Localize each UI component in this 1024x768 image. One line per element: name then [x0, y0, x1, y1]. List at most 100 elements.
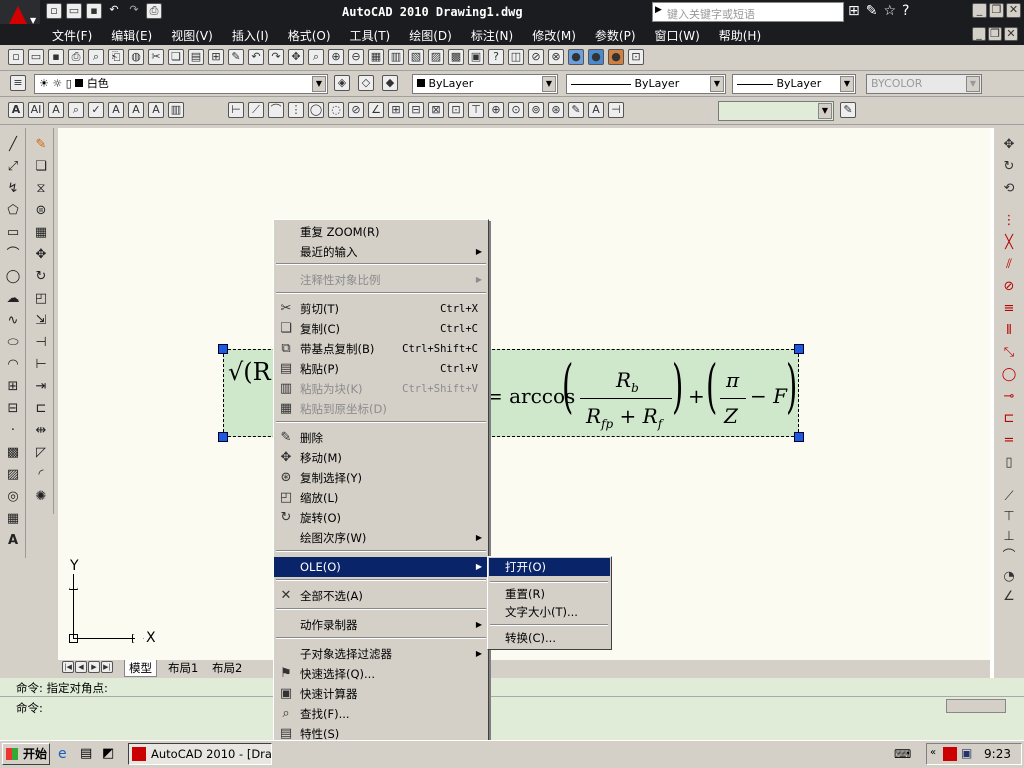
design-center-icon[interactable]: ▥: [388, 49, 404, 65]
tab-layout1[interactable]: 布局1: [164, 660, 202, 676]
tray-expand-icon[interactable]: «: [930, 747, 936, 758]
snap-midpoint-icon[interactable]: ⫽: [1000, 256, 1018, 274]
array-icon[interactable]: ▦: [32, 224, 50, 242]
dim-radius-icon[interactable]: ◔: [1000, 568, 1018, 586]
context-menu-item[interactable]: ⊛ 复制选择(Y): [274, 468, 488, 488]
open-icon[interactable]: ▭: [28, 49, 44, 65]
scale-icon[interactable]: ◰: [32, 290, 50, 308]
region-icon[interactable]: ◎: [4, 488, 22, 506]
dim-arc-icon[interactable]: ⌒: [1000, 548, 1018, 566]
edit-text-icon[interactable]: A: [48, 102, 64, 118]
ie-icon[interactable]: e: [58, 746, 67, 762]
close-icon[interactable]: ✕: [1006, 3, 1021, 18]
snap-extension-icon[interactable]: ⫴: [1000, 322, 1018, 340]
dim-update-icon[interactable]: ⊣: [608, 102, 624, 118]
dim-style-dropdown[interactable]: ▼: [718, 101, 834, 121]
context-menu-item[interactable]: ❏ 复制(C) Ctrl+C: [274, 319, 488, 339]
ole-reset-item[interactable]: 重置(R): [489, 585, 610, 603]
point-icon[interactable]: ·: [4, 422, 22, 440]
snap-endpoint-icon[interactable]: ╳: [1000, 234, 1018, 252]
layer-manager-icon[interactable]: ≡: [10, 75, 26, 91]
save-icon[interactable]: ▪: [48, 49, 64, 65]
tray-app-icon[interactable]: [943, 747, 957, 761]
plot-preview-icon[interactable]: ⌕: [88, 49, 104, 65]
last-tab-icon[interactable]: ▶|: [101, 661, 113, 673]
hidden-style-icon[interactable]: ⊗: [548, 49, 564, 65]
linear-dim-icon[interactable]: ⊢: [228, 102, 244, 118]
calculator-icon[interactable]: ▣: [468, 49, 484, 65]
context-menu-item[interactable]: ✥ 移动(M): [274, 448, 488, 468]
block-editor-icon[interactable]: ✎: [228, 49, 244, 65]
context-menu-item[interactable]: ▦ 粘贴到原坐标(D): [274, 399, 488, 419]
paste-icon[interactable]: ▤: [188, 49, 204, 65]
tool-palettes-icon[interactable]: ▧: [408, 49, 424, 65]
circle-icon[interactable]: ◯: [4, 268, 22, 286]
minimize-icon[interactable]: _: [972, 3, 987, 18]
center-mark-icon[interactable]: ⊙: [508, 102, 524, 118]
text-icon[interactable]: A: [8, 102, 24, 118]
context-menu-item[interactable]: 动作录制器 ▶: [274, 615, 488, 635]
menu-item[interactable]: 格式(O): [288, 27, 331, 44]
dim-angular-icon[interactable]: ∠: [1000, 588, 1018, 606]
extend-icon[interactable]: ⊢: [32, 356, 50, 374]
context-menu-item[interactable]: ✎ 删除: [274, 428, 488, 448]
context-menu-item[interactable]: ⧉ 带基点复制(B) Ctrl+Shift+C: [274, 339, 488, 359]
dim-space-icon[interactable]: ⊡: [448, 102, 464, 118]
tab-layout2[interactable]: 布局2: [208, 660, 246, 676]
zoom-window-icon[interactable]: ⊕: [328, 49, 344, 65]
copy-object-icon[interactable]: ❏: [32, 158, 50, 176]
snap-intersection-icon[interactable]: ⊘: [1000, 278, 1018, 296]
rotate-icon[interactable]: ↻: [32, 268, 50, 286]
context-menu-item[interactable]: 绘图次序(W) ▶: [274, 528, 488, 548]
break-icon[interactable]: ⇥: [32, 378, 50, 396]
menu-item[interactable]: 文件(F): [52, 27, 92, 44]
binoculars-icon[interactable]: ⊞: [848, 3, 860, 19]
grip-handle[interactable]: [794, 344, 804, 354]
erase-icon[interactable]: ✎: [32, 136, 50, 154]
fillet-icon[interactable]: ◜: [32, 466, 50, 484]
temp-track-icon[interactable]: ⋮: [1000, 212, 1018, 230]
command-prompt[interactable]: 命令:: [16, 700, 43, 716]
menu-item[interactable]: 视图(V): [171, 27, 213, 44]
context-menu-item[interactable]: OLE(O) ▶: [274, 557, 488, 577]
pan-3d-icon[interactable]: ✥: [1000, 136, 1018, 154]
linetype-dropdown[interactable]: ByLayer ▼: [566, 74, 726, 94]
radius-icon[interactable]: ◯: [308, 102, 324, 118]
visual-style-icon[interactable]: ⊘: [528, 49, 544, 65]
zoom-realtime-icon[interactable]: ⌕: [308, 49, 324, 65]
lineweight-dropdown[interactable]: ByLayer ▼: [732, 74, 856, 94]
start-button[interactable]: 开始: [2, 743, 50, 765]
context-menu-item[interactable]: ⚑ 快速选择(Q)...: [274, 664, 488, 684]
redo-icon[interactable]: ↷: [126, 3, 142, 19]
context-menu-item[interactable]: ▥ 粘贴为块(K) Ctrl+Shift+V: [274, 379, 488, 399]
table-icon[interactable]: ▦: [4, 510, 22, 528]
context-menu-item[interactable]: 注释性对象比例 ▶: [274, 270, 488, 290]
lock-snap-icon[interactable]: ▯: [1000, 454, 1018, 472]
mirror-icon[interactable]: ⧖: [32, 180, 50, 198]
menu-item[interactable]: 帮助(H): [719, 27, 761, 44]
ellipse-arc-icon[interactable]: ◠: [4, 356, 22, 374]
doc-close-icon[interactable]: ✕: [1004, 27, 1018, 41]
context-menu-item[interactable]: 子对象选择过滤器 ▶: [274, 644, 488, 664]
redo-icon[interactable]: ↷: [268, 49, 284, 65]
make-current-icon[interactable]: ◈: [334, 75, 350, 91]
search-field[interactable]: ▶ 键入关键字或短语: [652, 2, 844, 22]
orbit-icon[interactable]: ↻: [1000, 158, 1018, 176]
menu-item[interactable]: 编辑(E): [111, 27, 152, 44]
jogged-icon[interactable]: ◌: [328, 102, 344, 118]
context-menu-item[interactable]: ▤ 粘贴(P) Ctrl+V: [274, 359, 488, 379]
context-menu-item[interactable]: ✕ 全部不选(A): [274, 586, 488, 606]
insert-block-icon[interactable]: ⊞: [4, 378, 22, 396]
snap-center-icon[interactable]: ⤡: [1000, 344, 1018, 362]
revision-cloud-icon[interactable]: ☁: [4, 290, 22, 308]
markup-icon[interactable]: ▩: [448, 49, 464, 65]
menu-item[interactable]: 绘图(D): [409, 27, 452, 44]
dim-style-manager-icon[interactable]: ✎: [840, 102, 856, 118]
spelling-icon[interactable]: ✓: [88, 102, 104, 118]
prev-tab-icon[interactable]: ◀: [75, 661, 87, 673]
context-menu-item[interactable]: ✂ 剪切(T) Ctrl+X: [274, 299, 488, 319]
context-menu-item[interactable]: ↻ 旋转(O): [274, 508, 488, 528]
publish-icon[interactable]: ⎗: [108, 49, 124, 65]
lock-toolbar-icon[interactable]: ⊡: [628, 49, 644, 65]
grip-handle[interactable]: [794, 432, 804, 442]
